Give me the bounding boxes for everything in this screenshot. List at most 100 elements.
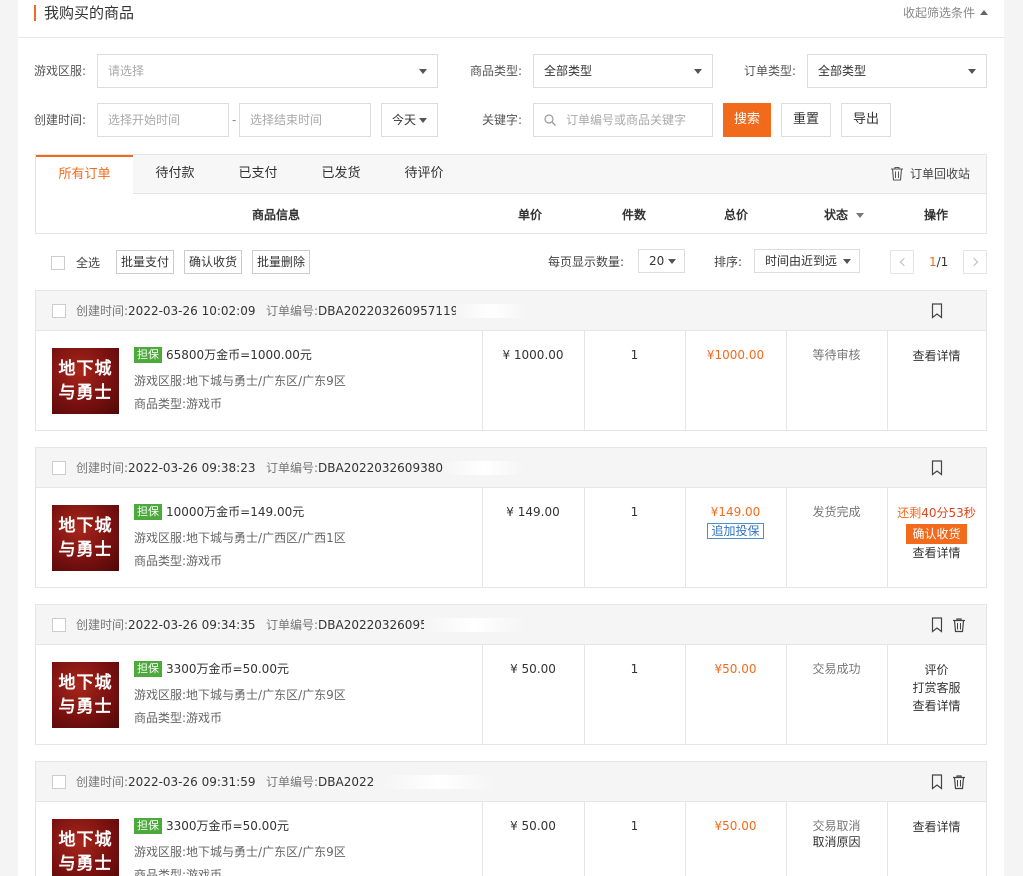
- server-select[interactable]: 请选择: [97, 54, 438, 88]
- divider: [482, 802, 483, 876]
- cancel-reason-link[interactable]: 取消原因: [786, 834, 887, 850]
- product-server-key: 游戏区服:: [134, 845, 187, 859]
- view-details-link[interactable]: 查看详情: [887, 818, 986, 836]
- product-server-key: 游戏区服:: [134, 531, 187, 545]
- col-status-filter[interactable]: 状态: [806, 206, 882, 223]
- order-number: 订单编号:DBA20220326095: [266, 617, 428, 633]
- tab-shipped[interactable]: 已发货: [299, 155, 383, 194]
- created-time-label: 创建时间:: [34, 113, 87, 127]
- view-details-link[interactable]: 查看详情: [887, 697, 986, 715]
- collapse-filters-label: 收起筛选条件: [902, 6, 975, 20]
- divider: [685, 802, 686, 876]
- order-checkbox[interactable]: [52, 618, 66, 632]
- order-type-select[interactable]: 全部类型: [807, 54, 987, 88]
- reset-button[interactable]: 重置: [781, 103, 831, 137]
- order-tabs: 所有订单 待付款 已支付 已发货 待评价 订单回收站: [35, 154, 987, 195]
- tab-pending-review[interactable]: 待评价: [383, 155, 465, 194]
- tab-pending-payment[interactable]: 待付款: [133, 155, 217, 194]
- thumb-line-2: 与勇士: [58, 383, 113, 403]
- end-time-input[interactable]: 选择结束时间: [239, 103, 371, 137]
- created-time-value: 2022-03-26 09:38:23: [128, 461, 256, 475]
- trash-icon: [890, 166, 903, 181]
- sort-select[interactable]: 时间由近到远: [754, 249, 860, 273]
- export-button[interactable]: 导出: [841, 103, 891, 137]
- goods-type-select[interactable]: 全部类型: [533, 54, 713, 88]
- sort-label: 排序:: [714, 255, 743, 269]
- divider: [584, 802, 585, 876]
- add-insurance-button[interactable]: 追加投保: [707, 523, 764, 539]
- product-type-key: 商品类型:: [134, 711, 187, 725]
- prev-page-button[interactable]: [890, 250, 914, 274]
- order-recycle-bin[interactable]: 订单回收站: [890, 165, 970, 183]
- product-title-text: 65800万金币=1000.00元: [166, 348, 312, 362]
- product-title[interactable]: 担保 3300万金币=50.00元: [134, 660, 289, 678]
- confirm-receipt-button[interactable]: 确认收货: [906, 524, 967, 544]
- product-server: 游戏区服:地下城与勇士/广西区/广西1区: [134, 530, 346, 546]
- product-type-key: 商品类型:: [134, 397, 187, 411]
- trash-icon[interactable]: [952, 774, 966, 790]
- batch-delete-button[interactable]: 批量删除: [252, 250, 311, 274]
- order-body: 地下城 与勇士 担保 3300万金币=50.00元 游戏区服:地下城与勇士/广东区/…: [36, 802, 986, 876]
- product-type-value: 游戏币: [186, 554, 223, 568]
- product-server: 游戏区服:地下城与勇士/广东区/广东9区: [134, 844, 346, 860]
- page-header: 我购买的商品 收起筛选条件: [18, 0, 1004, 38]
- order-status: 交易取消: [812, 819, 861, 833]
- bookmark-icon[interactable]: [931, 774, 943, 790]
- divider: [482, 488, 483, 587]
- column-header: 商品信息 单价 件数 总价 状态 操作: [35, 194, 987, 234]
- product-title[interactable]: 担保 10000万金币=149.00元: [134, 503, 304, 521]
- total-cell: ¥149.00 追加投保: [685, 504, 786, 539]
- bookmark-icon[interactable]: [931, 460, 943, 476]
- view-details-link[interactable]: 查看详情: [887, 347, 986, 365]
- keyword-input[interactable]: 订单编号或商品关键字: [533, 103, 713, 137]
- order-meta: 创建时间:2022-03-26 09:38:23: [76, 460, 256, 476]
- product-type: 商品类型:游戏币: [134, 867, 222, 876]
- game-thumbnail: 地下城 与勇士: [52, 819, 119, 876]
- unit-price: ¥ 50.00: [510, 819, 556, 833]
- date-range-select[interactable]: 今天: [381, 103, 438, 137]
- review-link[interactable]: 评价: [887, 661, 986, 679]
- confirm-receipt-button[interactable]: 确认收货: [184, 250, 243, 274]
- keyword-label: 关键字:: [482, 113, 523, 127]
- order-body: 地下城 与勇士 担保 3300万金币=50.00元 游戏区服:地下城与勇士/广东区/…: [36, 645, 986, 744]
- product-server: 游戏区服:地下城与勇士/广东区/广东9区: [134, 373, 346, 389]
- redacted-area: [384, 775, 494, 789]
- total-price: ¥149.00: [710, 505, 761, 519]
- bookmark-icon[interactable]: [931, 303, 943, 319]
- current-page: 1: [929, 255, 937, 269]
- trash-icon[interactable]: [952, 617, 966, 633]
- thumb-line-2: 与勇士: [58, 854, 113, 874]
- order-ops: 查看详情: [887, 818, 986, 836]
- order-checkbox[interactable]: [52, 775, 66, 789]
- caret-up-icon: [980, 10, 988, 15]
- col-product-info: 商品信息: [251, 208, 300, 222]
- divider: [786, 645, 787, 744]
- tip-support-link[interactable]: 打赏客服: [887, 679, 986, 697]
- view-details-link[interactable]: 查看详情: [887, 544, 986, 562]
- page-title: 我购买的商品: [44, 4, 135, 22]
- divider: [482, 645, 483, 744]
- tab-all-orders[interactable]: 所有订单: [36, 155, 133, 195]
- product-title[interactable]: 担保 3300万金币=50.00元: [134, 817, 289, 835]
- orders-panel: 我购买的商品 收起筛选条件 游戏区服: 请选择 商品类型: 全部类型 订单类型:…: [18, 0, 1004, 876]
- order-number-key: 订单编号:: [266, 304, 319, 318]
- next-page-button[interactable]: [963, 250, 987, 274]
- product-server-key: 游戏区服:: [134, 688, 187, 702]
- order-ops: 评价 打赏客服 查看详情: [887, 661, 986, 715]
- order-checkbox[interactable]: [52, 461, 66, 475]
- bookmark-icon[interactable]: [931, 617, 943, 633]
- order-checkbox[interactable]: [52, 304, 66, 318]
- page-size-select[interactable]: 20: [638, 249, 685, 273]
- select-all-checkbox[interactable]: [51, 256, 65, 270]
- product-type-key: 商品类型:: [134, 554, 187, 568]
- start-time-input[interactable]: 选择开始时间: [97, 103, 229, 137]
- search-button[interactable]: 搜索: [723, 103, 771, 137]
- batch-pay-button[interactable]: 批量支付: [116, 250, 175, 274]
- collapse-filters-toggle[interactable]: 收起筛选条件: [903, 4, 988, 22]
- product-title[interactable]: 担保 65800万金币=1000.00元: [134, 346, 312, 364]
- tab-paid[interactable]: 已支付: [217, 155, 299, 194]
- title-accent-bar: [34, 5, 36, 21]
- divider: [685, 331, 686, 430]
- divider: [786, 331, 787, 430]
- sort-value: 时间由近到远: [765, 254, 838, 268]
